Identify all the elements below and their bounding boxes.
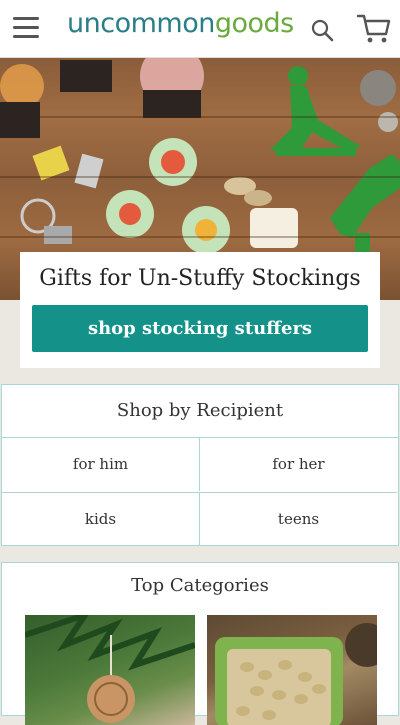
shop-by-recipient-title: Shop by Recipient — [2, 385, 398, 438]
shop-by-recipient-section: Shop by Recipient for him for her kids t… — [1, 384, 399, 546]
promo-card: Gifts for Un-Stuffy Stockings shop stock… — [20, 252, 380, 368]
ornament-photo — [25, 615, 195, 723]
category-image-food-and-drink[interactable] — [207, 615, 377, 725]
recipient-link-for-her[interactable]: for her — [200, 438, 397, 491]
cart-icon[interactable] — [356, 12, 392, 44]
hamburger-menu-icon[interactable] — [13, 17, 39, 39]
site-header: uncommongoods — [0, 0, 400, 58]
top-categories-section: Top Categories — [1, 562, 399, 725]
recipient-link-kids[interactable]: kids — [2, 492, 200, 546]
top-categories-title: Top Categories — [131, 575, 269, 596]
search-icon[interactable] — [310, 18, 334, 42]
promo-title: Gifts for Un-Stuffy Stockings — [39, 266, 361, 291]
category-image-ornaments[interactable] — [25, 615, 195, 725]
pistachio-tray-photo — [215, 623, 377, 725]
site-logo[interactable]: uncommongoods — [67, 8, 294, 39]
logo-text-goods: goods — [214, 8, 294, 39]
recipient-grid: for him for her kids teens — [2, 438, 398, 546]
shop-stocking-stuffers-button[interactable]: shop stocking stuffers — [32, 305, 368, 352]
recipient-link-for-him[interactable]: for him — [2, 438, 200, 491]
recipient-link-teens[interactable]: teens — [200, 492, 397, 546]
logo-text-uncommon: uncommon — [67, 8, 215, 39]
